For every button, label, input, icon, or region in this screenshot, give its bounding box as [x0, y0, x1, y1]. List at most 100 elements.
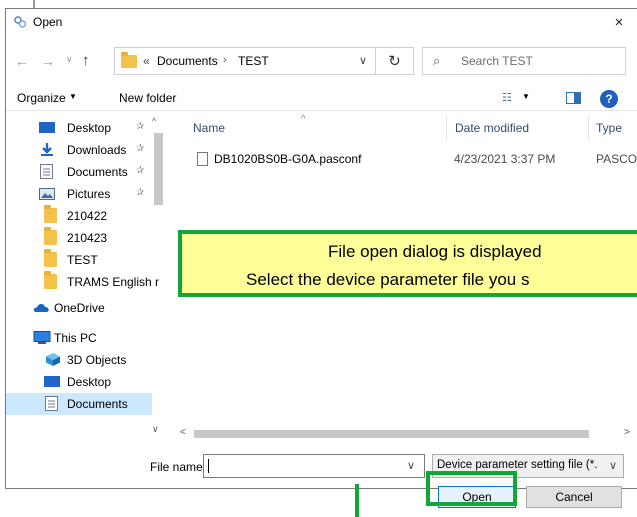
cancel-button[interactable]: Cancel	[526, 486, 622, 508]
folder-icon	[44, 205, 57, 223]
annotation-callout: File open dialog is displayed Select the…	[178, 230, 637, 297]
sidebar-item-test[interactable]: TEST	[6, 249, 166, 271]
documents-icon	[45, 396, 58, 411]
folder-icon	[44, 249, 57, 267]
filter-dropdown-icon: ∨	[609, 460, 618, 472]
file-name-dropdown-icon[interactable]: ∨	[407, 459, 415, 472]
pin-icon: ✰	[136, 187, 145, 198]
title-bar: Open ×	[6, 9, 637, 35]
sidebar-item-3d-objects[interactable]: 3D Objects	[6, 349, 166, 371]
background-window	[0, 0, 637, 8]
sidebar-item-210423[interactable]: 210423	[6, 227, 166, 249]
close-button[interactable]: ×	[602, 9, 636, 35]
help-icon[interactable]: ?	[600, 90, 618, 108]
refresh-button[interactable]: ↻	[376, 47, 414, 75]
sidebar-item-onedrive[interactable]: OneDrive	[6, 297, 166, 319]
close-icon: ×	[614, 13, 624, 31]
recent-locations-chevron-icon[interactable]: ∨	[66, 54, 73, 65]
sidebar-item-label: Downloads	[67, 143, 127, 157]
documents-icon	[40, 164, 53, 179]
sidebar-item-label: Pictures	[67, 187, 111, 201]
background-window-edge	[33, 0, 35, 8]
pin-icon: ✰	[136, 165, 145, 176]
sidebar-scroll-up-icon[interactable]: ^	[152, 116, 156, 126]
address-overflow-chevron[interactable]: «	[143, 54, 150, 68]
back-arrow-icon[interactable]: ←	[15, 53, 29, 69]
file-name-label: File name:	[150, 460, 207, 474]
sidebar-item-pictures[interactable]: Pictures ✰	[6, 183, 166, 205]
search-box[interactable]: ⌕ Search TEST	[422, 47, 626, 75]
breadcrumb-test[interactable]: TEST	[238, 54, 269, 68]
sidebar-item-label: Desktop	[67, 121, 112, 135]
help-glyph: ?	[605, 92, 613, 106]
sidebar-item-trams-english[interactable]: TRAMS English r	[6, 271, 166, 293]
sidebar-scrollbar-thumb[interactable]	[154, 133, 163, 205]
caret-down-icon[interactable]: ▼	[69, 92, 77, 101]
sidebar-item-label: OneDrive	[54, 301, 105, 315]
sidebar-item-label: 210422	[67, 209, 108, 223]
column-header-date-modified[interactable]: Date modified	[455, 121, 529, 135]
sidebar-item-label: TRAMS English r	[67, 275, 160, 289]
sidebar-item-downloads[interactable]: Downloads ✰	[6, 139, 166, 161]
file-name: DB1020BS0B-G0A.pasconf	[214, 152, 362, 166]
file-name-input[interactable]: ∨	[203, 454, 425, 478]
search-input[interactable]: Search TEST	[461, 54, 533, 68]
breadcrumb-separator-icon[interactable]: ›	[223, 54, 227, 66]
sidebar-item-desktop[interactable]: Desktop ✰	[6, 117, 166, 139]
pictures-icon	[39, 188, 55, 200]
command-toolbar: Organize ▼ New folder ☷ ▼ ?	[6, 87, 637, 111]
file-type-filter-value: Device parameter setting file (*.	[437, 459, 598, 471]
forward-arrow-icon[interactable]: →	[41, 53, 55, 69]
annotation-arrow	[355, 484, 359, 517]
sidebar-item-desktop-pc[interactable]: Desktop	[6, 371, 166, 393]
this-pc-icon	[33, 331, 51, 344]
sidebar-item-label: Desktop	[67, 375, 112, 389]
downloads-icon	[41, 143, 53, 156]
column-divider[interactable]	[446, 115, 447, 141]
sidebar-item-documents[interactable]: Documents ✰	[6, 161, 166, 183]
file-icon	[197, 152, 208, 166]
sidebar-item-210422[interactable]: 210422	[6, 205, 166, 227]
dialog-title: Open	[33, 15, 63, 29]
sidebar-item-label: 3D Objects	[67, 353, 127, 367]
folder-icon	[121, 52, 137, 68]
address-bar[interactable]: « Documents › TEST ∨	[114, 47, 376, 75]
callout-line-1: File open dialog is displayed	[328, 242, 542, 261]
address-dropdown-icon[interactable]: ∨	[359, 54, 367, 67]
up-arrow-icon[interactable]: ↑	[82, 52, 90, 69]
change-view-icon[interactable]: ☷	[502, 91, 512, 104]
desktop-icon	[39, 122, 55, 133]
3d-objects-icon	[46, 353, 60, 366]
sidebar-item-label: This PC	[54, 331, 97, 345]
pin-icon: ✰	[136, 121, 145, 132]
caret-down-icon[interactable]: ▼	[522, 92, 530, 101]
horizontal-scrollbar[interactable]: < >	[172, 427, 637, 441]
new-folder-button[interactable]: New folder	[119, 91, 176, 105]
search-icon: ⌕	[433, 53, 441, 68]
sidebar-item-this-pc[interactable]: This PC	[6, 327, 166, 349]
open-dialog-app-icon	[14, 16, 27, 28]
file-date-modified: 4/23/2021 3:37 PM	[454, 152, 556, 166]
file-row[interactable]: DB1020BS0B-G0A.pasconf 4/23/2021 3:37 PM…	[176, 148, 637, 170]
scroll-right-icon[interactable]: >	[624, 427, 630, 438]
pin-icon: ✰	[136, 143, 145, 154]
onedrive-icon	[33, 304, 49, 312]
column-header-name[interactable]: Name	[193, 121, 225, 135]
horizontal-scrollbar-thumb[interactable]	[194, 430, 589, 438]
breadcrumb-documents[interactable]: Documents	[157, 54, 218, 68]
open-button-highlight	[426, 471, 517, 506]
sidebar-item-label: TEST	[67, 253, 98, 267]
callout-line-2: Select the device parameter file you s	[246, 270, 530, 289]
folder-icon	[44, 227, 57, 245]
sidebar-item-label: Documents	[67, 165, 128, 179]
sidebar-item-documents-pc[interactable]: Documents	[6, 393, 152, 415]
column-divider[interactable]	[588, 115, 589, 141]
scroll-left-icon[interactable]: <	[180, 427, 186, 438]
cancel-button-label: Cancel	[555, 490, 593, 504]
column-header-type[interactable]: Type	[596, 121, 622, 135]
organize-button[interactable]: Organize	[17, 91, 66, 105]
preview-pane-icon[interactable]	[566, 92, 581, 104]
sidebar-item-label: 210423	[67, 231, 108, 245]
sidebar-item-label: Documents	[67, 397, 128, 411]
sidebar-scroll-down-icon[interactable]: ∨	[152, 424, 159, 435]
